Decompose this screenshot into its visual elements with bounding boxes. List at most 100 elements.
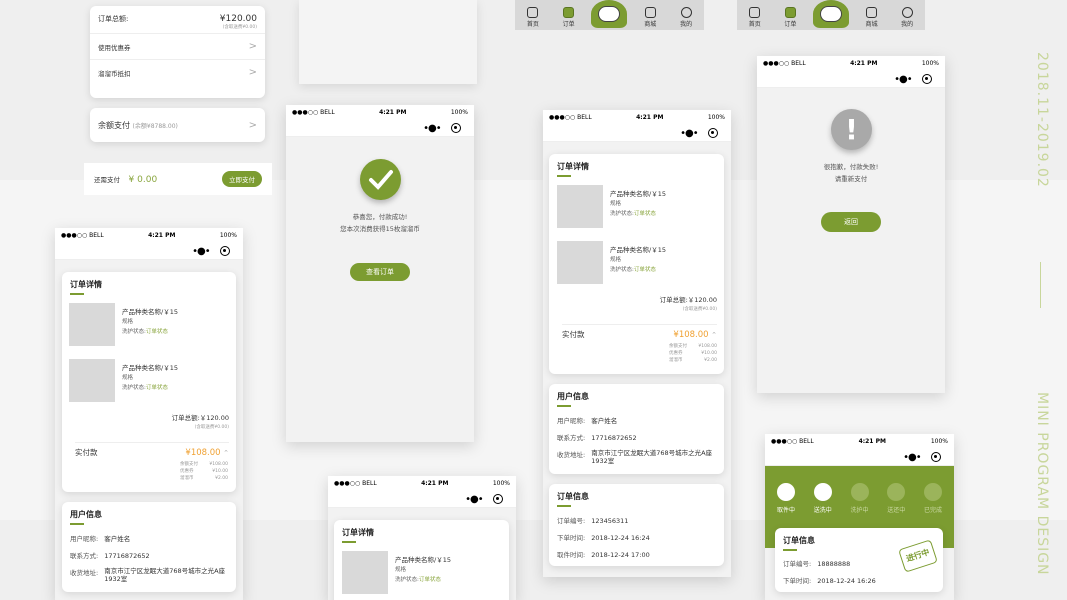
product-name: 产品种类名称/￥15	[395, 556, 451, 564]
tab-bar: 首页 订单 商城 我的	[515, 0, 704, 30]
close-target-icon	[219, 246, 230, 256]
order-time: 2018-12-24 16:26	[817, 577, 876, 585]
product-name: 产品种类名称/￥15	[122, 364, 178, 372]
user-icon	[680, 7, 692, 18]
chevron-up-icon[interactable]: ⌃	[711, 331, 717, 339]
more-icon: •●•	[894, 73, 913, 85]
done-icon	[924, 483, 942, 501]
failure-message: 很抱歉，付款失败!	[823, 163, 879, 171]
chevron-right-icon: >	[248, 67, 257, 78]
due-value: ¥ 0.00	[128, 174, 158, 185]
capsule-menu[interactable]: •●•	[889, 72, 937, 86]
delivery-icon	[813, 483, 832, 501]
order-info-card: 订单信息 订单编号: 18888888 下单时间: 2018-12-24 16:26…	[775, 528, 943, 592]
tab-mall[interactable]: 商城	[637, 7, 663, 28]
user-icon	[901, 7, 913, 18]
home-icon	[749, 7, 761, 18]
status-bar: ●●●○○ BELL 4:21 PM 100%	[543, 110, 731, 124]
orders-icon	[784, 7, 796, 18]
capsule-menu[interactable]: •●•	[460, 492, 508, 506]
user-address: 南京市江宁区龙眠大道768号城市之光A座1932室	[104, 567, 226, 583]
status-bar: ●●●○○ BELL 4:21 PM 100%	[328, 476, 516, 490]
blank-screen-fragment	[299, 0, 477, 84]
order-detail-screen: ●●●○○ BELL 4:21 PM 100% •●• 订单详情 产品种类名称/￥1…	[55, 228, 243, 600]
success-message: 恭喜您，付款成功!	[352, 213, 408, 221]
user-nickname: 客户姓名	[104, 535, 131, 543]
mascot-icon[interactable]	[591, 0, 628, 28]
capsule-menu[interactable]: •●•	[898, 450, 946, 464]
check-circle-icon	[360, 159, 401, 200]
order-progress-screen: ●●●○○ BELL 4:21 PM 100% •●• 取件中 送洗中 洗护中 送还…	[765, 434, 954, 600]
section-title: 订单详情	[70, 280, 102, 289]
close-target-icon	[492, 494, 503, 504]
status-bar: ●●●○○ BELL 4:21 PM 100%	[286, 105, 474, 119]
product-thumbnail	[69, 359, 115, 402]
pickup-icon	[777, 483, 795, 501]
back-button[interactable]: 返回	[821, 212, 881, 232]
tab-me[interactable]: 我的	[894, 7, 920, 28]
order-detail-card: 订单详情 产品种类名称/￥15 规格 洗护状态:订单状态 产品种类名称/￥15 …	[62, 272, 236, 492]
bag-icon	[644, 7, 656, 18]
tab-orders[interactable]: 订单	[556, 7, 582, 28]
capsule-menu[interactable]: •●•	[675, 126, 723, 140]
wash-status: 订单状态	[145, 385, 168, 391]
mascot-icon[interactable]	[812, 0, 849, 28]
product-spec: 规格	[122, 319, 134, 325]
pay-now-button[interactable]: 立即支付	[222, 171, 262, 187]
product-thumbnail	[69, 303, 115, 346]
progress-steps: 取件中 送洗中 洗护中 送还中 已完成	[769, 483, 950, 514]
tab-home[interactable]: 首页	[520, 7, 546, 28]
balance-pay-card[interactable]: 余额支付 (余额¥8788.00) >	[90, 108, 265, 142]
more-icon: •●•	[423, 122, 442, 134]
coin-label: 溜溜币抵扣	[98, 69, 131, 78]
step-label: 已完成	[923, 507, 942, 514]
chevron-right-icon: >	[248, 41, 257, 52]
capsule-menu[interactable]: •●•	[187, 244, 235, 258]
tab-mall[interactable]: 商城	[859, 7, 885, 28]
chevron-up-icon[interactable]: ⌃	[223, 449, 229, 457]
user-phone: 17716872652	[104, 552, 150, 560]
coin-reward-message: 您本次消费获得15枚溜溜币	[340, 225, 420, 233]
order-total-value: ¥120.00	[219, 14, 257, 24]
tab-me[interactable]: 我的	[673, 7, 699, 28]
tab-orders[interactable]: 订单	[777, 7, 803, 28]
step-label: 取件中	[776, 507, 795, 514]
close-target-icon	[921, 74, 932, 84]
user-info-card: 用户信息 用户昵称: 客户姓名 联系方式: 17716872652 收货地址: 南京市…	[549, 384, 724, 474]
paid-label: 实付款	[75, 448, 98, 457]
product-spec: 规格	[122, 375, 134, 381]
order-info-card: 订单信息 订单编号: 123456311 下单时间: 2018-12-24 16:2…	[549, 484, 724, 566]
caption-text: MINI PROGRAM DESIGN	[1034, 392, 1050, 576]
order-detail-card: 订单详情 产品种类名称/￥15 规格 洗护状态:订单状态	[334, 520, 509, 600]
bag-icon	[866, 7, 878, 18]
order-time: 2018-12-24 16:24	[591, 534, 650, 542]
product-thumbnail	[557, 241, 603, 284]
product-thumbnail	[342, 551, 388, 594]
step-label: 洗护中	[850, 507, 869, 514]
order-detail-card: 订单详情 产品种类名称/￥15 规格 洗护状态:订单状态 产品种类名称/￥15 …	[549, 154, 724, 374]
close-target-icon	[450, 123, 461, 133]
more-icon: •●•	[903, 451, 922, 463]
product-name: 产品种类名称/￥15	[610, 246, 666, 254]
coupon-row[interactable]: 使用优惠券 >	[90, 33, 265, 59]
shipping-note: (含取送费¥0.00)	[194, 425, 229, 430]
return-icon	[887, 483, 906, 501]
payment-failure-screen: ●●●○○ BELL 4:21 PM 100% •●• ! 很抱歉，付款失败! 请重…	[757, 56, 945, 393]
payment-summary-card: 订单总额: ¥120.00 (含取送费¥0.00) 使用优惠券 > 溜溜币抵扣 …	[90, 6, 265, 98]
close-target-icon	[930, 452, 941, 462]
tab-home[interactable]: 首页	[742, 7, 768, 28]
capsule-menu[interactable]: •●•	[418, 121, 466, 135]
shipping-note: (含取送费¥0.00)	[222, 25, 257, 30]
wash-icon	[850, 483, 869, 501]
balance-label: 余额支付	[98, 120, 130, 130]
user-info-card: 用户信息 用户昵称: 客户姓名 联系方式: 17716872652 收货地址: 南京市…	[62, 502, 236, 592]
status-bar: ●●●○○ BELL 4:21 PM 100%	[55, 228, 243, 242]
home-icon	[527, 7, 539, 18]
product-name: 产品种类名称/￥15	[610, 190, 666, 198]
step-label: 送还中	[887, 507, 906, 514]
status-bar: ●●●○○ BELL 4:21 PM 100%	[757, 56, 945, 70]
order-total-label: 订单总额:	[98, 15, 129, 23]
view-order-button[interactable]: 查看订单	[350, 263, 410, 281]
coin-row[interactable]: 溜溜币抵扣 >	[90, 59, 265, 85]
order-total: 订单总额:￥120.00	[171, 414, 229, 422]
